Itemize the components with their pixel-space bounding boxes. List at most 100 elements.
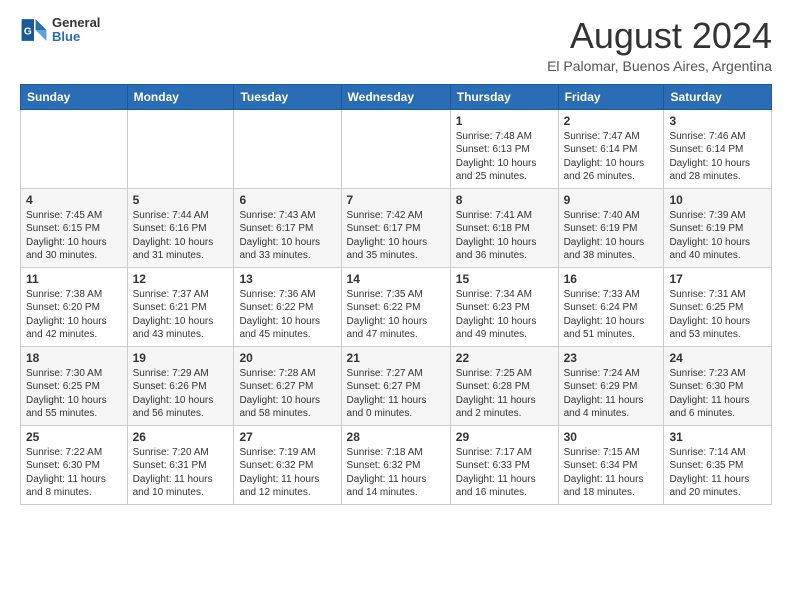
day-info: Sunrise: 7:46 AM Sunset: 6:14 PM Dayligh… xyxy=(669,130,766,184)
calendar-week-row-1: 1Sunrise: 7:48 AM Sunset: 6:13 PM Daylig… xyxy=(21,109,772,188)
day-info: Sunrise: 7:29 AM Sunset: 6:26 PM Dayligh… xyxy=(133,367,229,421)
day-number: 24 xyxy=(669,351,766,365)
day-number: 21 xyxy=(347,351,445,365)
calendar-week-row-2: 4 Sunrise: 7:45 AM Sunset: 6:15 PM Daylig… xyxy=(21,188,772,267)
day-number: 19 xyxy=(133,351,229,365)
day-number: 20 xyxy=(239,351,335,365)
calendar-header-saturday: Saturday xyxy=(664,84,772,109)
calendar-week-row-4: 18 Sunrise: 7:30 AM Sunset: 6:25 PM Dayli… xyxy=(21,346,772,425)
day-info: Sunrise: 7:38 AM Sunset: 6:20 PM Dayligh… xyxy=(26,288,122,342)
day-number: 8 xyxy=(456,193,553,207)
day-info: Sunrise: 7:17 AM Sunset: 6:33 PM Dayligh… xyxy=(456,446,553,500)
calendar-cell: 18 Sunrise: 7:30 AM Sunset: 6:25 PM Dayli… xyxy=(21,346,128,425)
logo-general-text: General xyxy=(52,16,100,30)
day-number: 17 xyxy=(669,272,766,286)
day-info: Sunrise: 7:40 AM Sunset: 6:19 PM Dayligh… xyxy=(564,209,659,263)
day-info: Sunrise: 7:41 AM Sunset: 6:18 PM Dayligh… xyxy=(456,209,553,263)
day-number: 2 xyxy=(564,114,659,128)
calendar-cell xyxy=(21,109,128,188)
day-info: Sunrise: 7:45 AM Sunset: 6:15 PM Dayligh… xyxy=(26,209,122,263)
day-number: 28 xyxy=(347,430,445,444)
day-info: Sunrise: 7:44 AM Sunset: 6:16 PM Dayligh… xyxy=(133,209,229,263)
day-info: Sunrise: 7:28 AM Sunset: 6:27 PM Dayligh… xyxy=(239,367,335,421)
day-number: 11 xyxy=(26,272,122,286)
calendar-cell: 20 Sunrise: 7:28 AM Sunset: 6:27 PM Dayli… xyxy=(234,346,341,425)
day-number: 7 xyxy=(347,193,445,207)
calendar-week-row-5: 25 Sunrise: 7:22 AM Sunset: 6:30 PM Dayli… xyxy=(21,425,772,504)
logo-icon: G xyxy=(20,16,48,44)
calendar-cell: 3 Sunrise: 7:46 AM Sunset: 6:14 PM Daylig… xyxy=(664,109,772,188)
calendar-week-row-3: 11 Sunrise: 7:38 AM Sunset: 6:20 PM Dayli… xyxy=(21,267,772,346)
logo-text: General Blue xyxy=(52,16,100,45)
calendar-header-thursday: Thursday xyxy=(450,84,558,109)
day-number: 1 xyxy=(456,114,553,128)
day-info: Sunrise: 7:22 AM Sunset: 6:30 PM Dayligh… xyxy=(26,446,122,500)
day-number: 29 xyxy=(456,430,553,444)
svg-text:G: G xyxy=(24,27,32,38)
calendar-header-wednesday: Wednesday xyxy=(341,84,450,109)
main-title: August 2024 xyxy=(547,16,772,56)
day-info: Sunrise: 7:24 AM Sunset: 6:29 PM Dayligh… xyxy=(564,367,659,421)
calendar-cell: 16Sunrise: 7:33 AM Sunset: 6:24 PM Dayli… xyxy=(558,267,664,346)
calendar-cell: 17 Sunrise: 7:31 AM Sunset: 6:25 PM Dayli… xyxy=(664,267,772,346)
day-info: Sunrise: 7:47 AM Sunset: 6:14 PM Dayligh… xyxy=(564,130,659,184)
day-number: 10 xyxy=(669,193,766,207)
calendar-cell: 25 Sunrise: 7:22 AM Sunset: 6:30 PM Dayli… xyxy=(21,425,128,504)
day-info: Sunrise: 7:23 AM Sunset: 6:30 PM Dayligh… xyxy=(669,367,766,421)
day-number: 25 xyxy=(26,430,122,444)
day-info: Sunrise: 7:35 AM Sunset: 6:22 PM Dayligh… xyxy=(347,288,445,342)
calendar-cell: 7Sunrise: 7:42 AM Sunset: 6:17 PM Daylig… xyxy=(341,188,450,267)
calendar-cell: 31Sunrise: 7:14 AM Sunset: 6:35 PM Dayli… xyxy=(664,425,772,504)
calendar-cell: 23 Sunrise: 7:24 AM Sunset: 6:29 PM Dayli… xyxy=(558,346,664,425)
header: G General Blue August 2024 El Palomar, B… xyxy=(20,16,772,74)
day-info: Sunrise: 7:31 AM Sunset: 6:25 PM Dayligh… xyxy=(669,288,766,342)
day-info: Sunrise: 7:25 AM Sunset: 6:28 PM Dayligh… xyxy=(456,367,553,421)
calendar-cell: 9 Sunrise: 7:40 AM Sunset: 6:19 PM Daylig… xyxy=(558,188,664,267)
calendar-cell: 10 Sunrise: 7:39 AM Sunset: 6:19 PM Dayli… xyxy=(664,188,772,267)
calendar-cell: 14 Sunrise: 7:35 AM Sunset: 6:22 PM Dayli… xyxy=(341,267,450,346)
day-number: 14 xyxy=(347,272,445,286)
calendar-cell: 21 Sunrise: 7:27 AM Sunset: 6:27 PM Dayli… xyxy=(341,346,450,425)
calendar-cell: 24 Sunrise: 7:23 AM Sunset: 6:30 PM Dayli… xyxy=(664,346,772,425)
day-number: 22 xyxy=(456,351,553,365)
day-info: Sunrise: 7:43 AM Sunset: 6:17 PM Dayligh… xyxy=(239,209,335,263)
day-number: 30 xyxy=(564,430,659,444)
calendar-cell: 13Sunrise: 7:36 AM Sunset: 6:22 PM Dayli… xyxy=(234,267,341,346)
calendar-header-tuesday: Tuesday xyxy=(234,84,341,109)
day-info: Sunrise: 7:20 AM Sunset: 6:31 PM Dayligh… xyxy=(133,446,229,500)
calendar-header-friday: Friday xyxy=(558,84,664,109)
day-number: 23 xyxy=(564,351,659,365)
calendar-cell: 6Sunrise: 7:43 AM Sunset: 6:17 PM Daylig… xyxy=(234,188,341,267)
day-number: 4 xyxy=(26,193,122,207)
calendar-cell: 8 Sunrise: 7:41 AM Sunset: 6:18 PM Daylig… xyxy=(450,188,558,267)
calendar-table: SundayMondayTuesdayWednesdayThursdayFrid… xyxy=(20,84,772,505)
day-number: 5 xyxy=(133,193,229,207)
day-number: 3 xyxy=(669,114,766,128)
day-info: Sunrise: 7:37 AM Sunset: 6:21 PM Dayligh… xyxy=(133,288,229,342)
day-number: 12 xyxy=(133,272,229,286)
title-block: August 2024 El Palomar, Buenos Aires, Ar… xyxy=(547,16,772,74)
calendar-cell: 29 Sunrise: 7:17 AM Sunset: 6:33 PM Dayli… xyxy=(450,425,558,504)
calendar-cell: 4 Sunrise: 7:45 AM Sunset: 6:15 PM Daylig… xyxy=(21,188,128,267)
calendar-header-sunday: Sunday xyxy=(21,84,128,109)
day-info: Sunrise: 7:18 AM Sunset: 6:32 PM Dayligh… xyxy=(347,446,445,500)
day-number: 13 xyxy=(239,272,335,286)
calendar-cell: 30 Sunrise: 7:15 AM Sunset: 6:34 PM Dayli… xyxy=(558,425,664,504)
calendar-cell: 19 Sunrise: 7:29 AM Sunset: 6:26 PM Dayli… xyxy=(127,346,234,425)
day-info: Sunrise: 7:30 AM Sunset: 6:25 PM Dayligh… xyxy=(26,367,122,421)
calendar-cell: 28 Sunrise: 7:18 AM Sunset: 6:32 PM Dayli… xyxy=(341,425,450,504)
calendar-header-monday: Monday xyxy=(127,84,234,109)
day-info: Sunrise: 7:34 AM Sunset: 6:23 PM Dayligh… xyxy=(456,288,553,342)
day-info: Sunrise: 7:27 AM Sunset: 6:27 PM Dayligh… xyxy=(347,367,445,421)
day-number: 18 xyxy=(26,351,122,365)
subtitle: El Palomar, Buenos Aires, Argentina xyxy=(547,58,772,74)
calendar-cell: 12 Sunrise: 7:37 AM Sunset: 6:21 PM Dayli… xyxy=(127,267,234,346)
day-number: 9 xyxy=(564,193,659,207)
day-number: 16 xyxy=(564,272,659,286)
day-info: Sunrise: 7:15 AM Sunset: 6:34 PM Dayligh… xyxy=(564,446,659,500)
day-info: Sunrise: 7:39 AM Sunset: 6:19 PM Dayligh… xyxy=(669,209,766,263)
calendar-cell: 26Sunrise: 7:20 AM Sunset: 6:31 PM Dayli… xyxy=(127,425,234,504)
day-number: 15 xyxy=(456,272,553,286)
day-info: Sunrise: 7:14 AM Sunset: 6:35 PM Dayligh… xyxy=(669,446,766,500)
calendar-cell: 11 Sunrise: 7:38 AM Sunset: 6:20 PM Dayli… xyxy=(21,267,128,346)
